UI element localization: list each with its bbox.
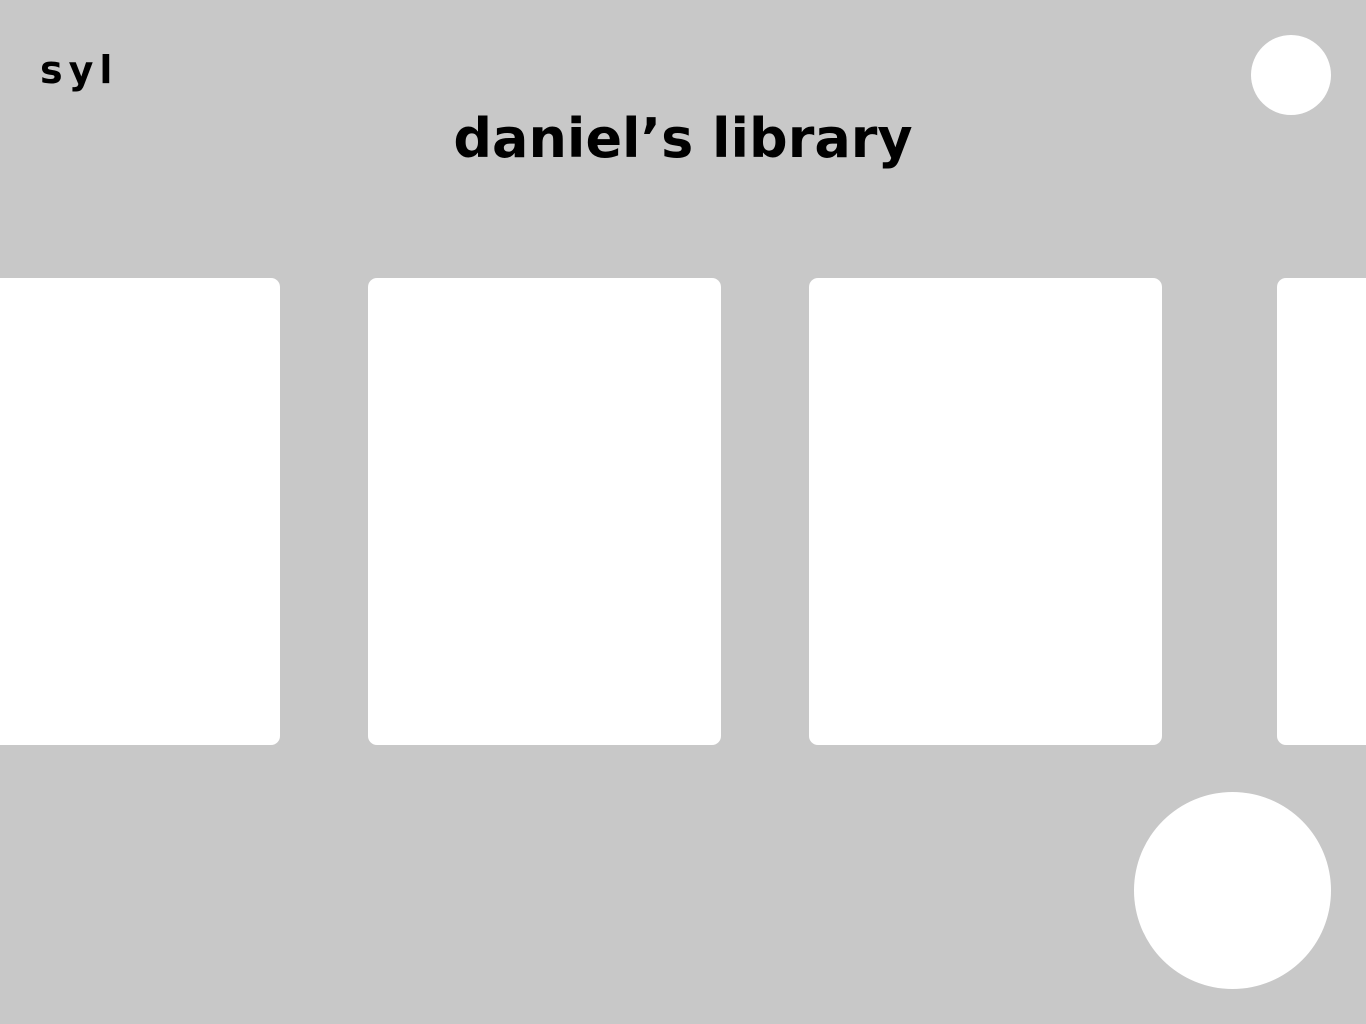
profile-avatar[interactable] [1251,35,1331,115]
library-screen: syl daniel’s library [0,0,1366,1024]
book-card[interactable] [809,278,1162,745]
add-book-button[interactable] [1134,792,1331,989]
page-title: daniel’s library [453,107,913,170]
book-carousel[interactable] [0,278,1366,746]
book-card[interactable] [0,278,280,745]
app-logo[interactable]: syl [40,50,118,90]
book-card[interactable] [1277,278,1366,745]
book-card[interactable] [368,278,721,745]
